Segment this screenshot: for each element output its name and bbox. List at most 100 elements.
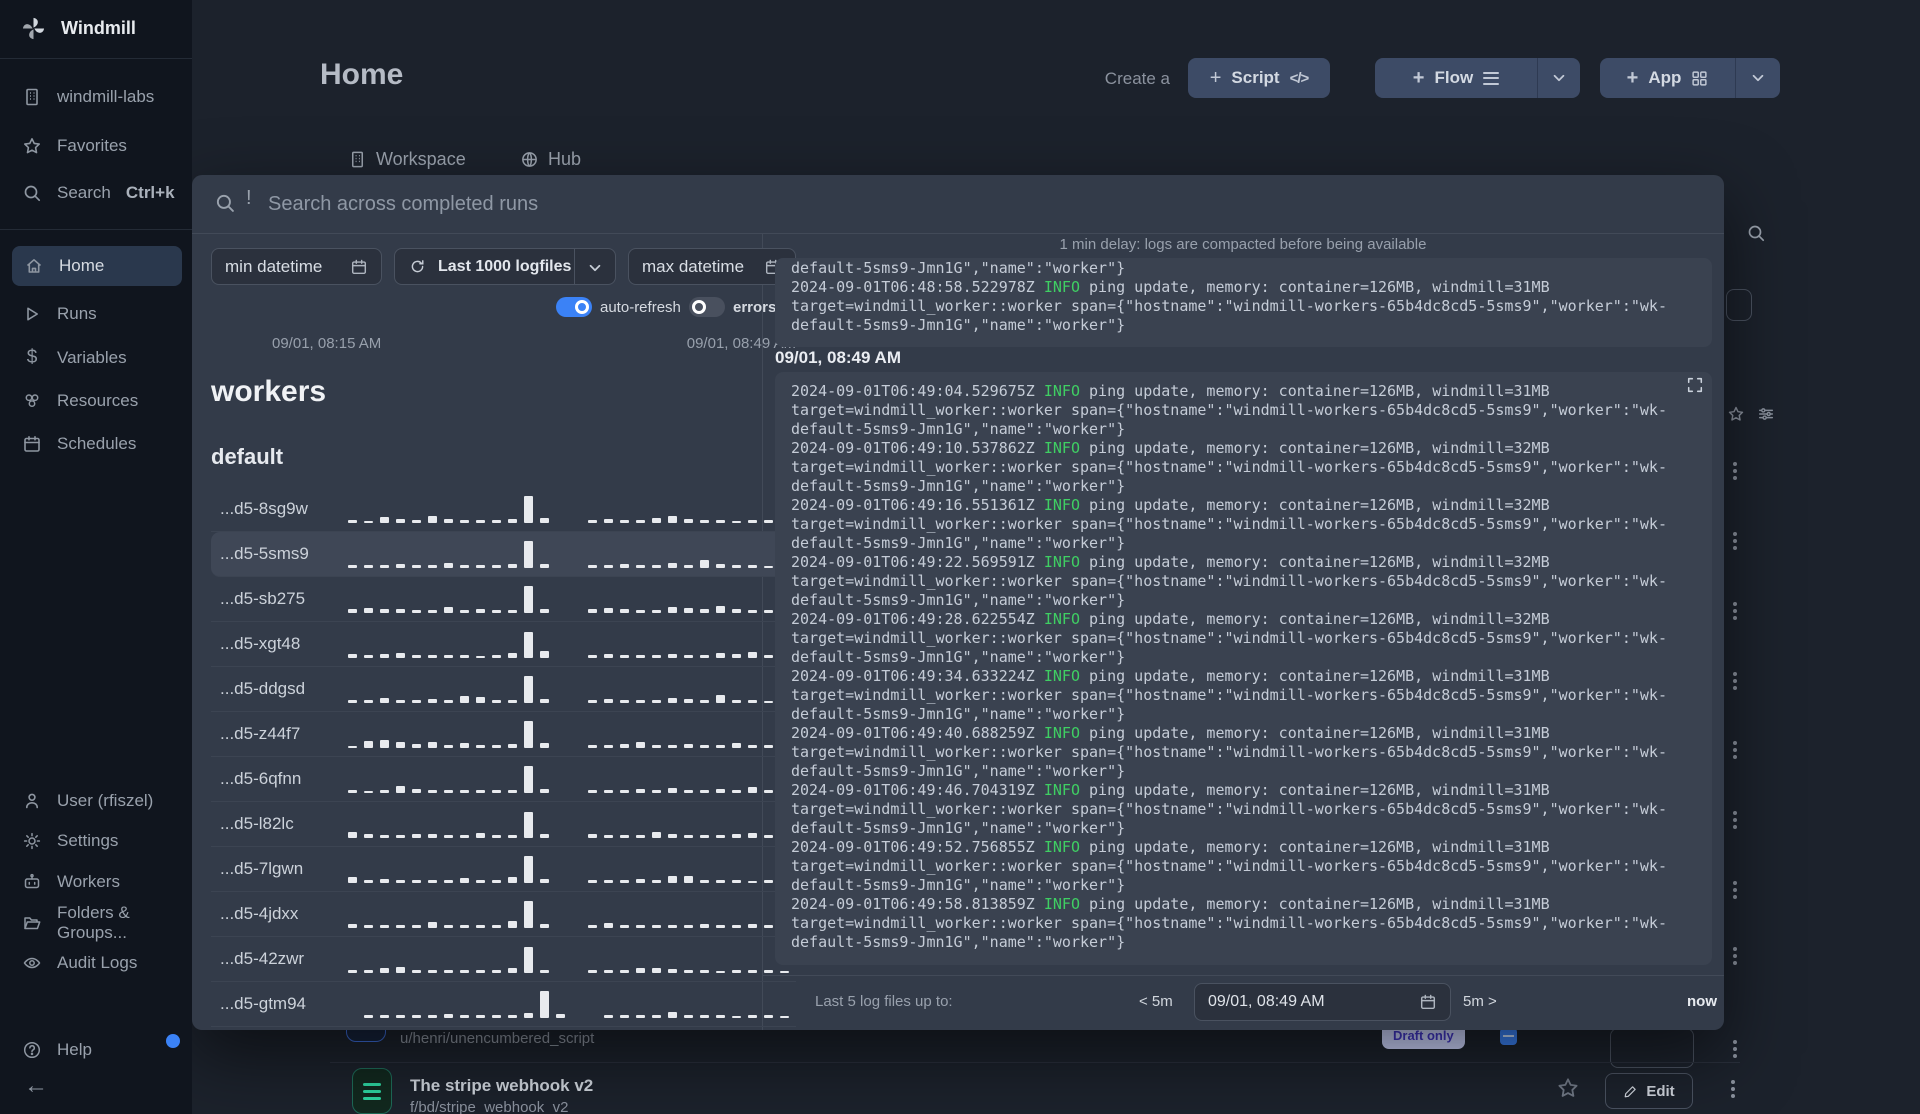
sidebar-item-workspace[interactable]: windmill-labs [0,77,192,117]
search-shortcut: Ctrl+k [125,183,175,202]
worker-row[interactable]: ...d5-6qfnn [211,757,796,802]
worker-row[interactable]: ...d5-8sg9w [211,487,796,532]
sidebar-item-label: Favorites [57,136,127,155]
flow-dropdown-button[interactable] [1537,58,1580,98]
sidebar-item-help[interactable]: Help [0,1030,192,1070]
logfiles-selected-value: Last 1000 logfiles [438,257,572,275]
worker-activity-sparkline [348,493,796,523]
item-path[interactable]: f/bd/stripe_webhook_v2 [410,1099,568,1114]
tab-workspace[interactable]: Workspace [348,149,466,170]
sidebar-item-audit-logs[interactable]: Audit Logs [0,943,192,983]
collapse-sidebar-arrow-icon[interactable]: ← [24,1072,48,1100]
completed-runs-search-modal: ! min datetime Last 1000 logfiles max da… [192,175,1724,1030]
search-input[interactable] [268,185,1168,223]
back-5m-button[interactable]: < 5m [1139,993,1173,1010]
worker-row[interactable]: ...d5-sb275 [211,577,796,622]
sidebar-item-label: Folders & Groups... [57,903,130,942]
filter-sliders-icon[interactable] [1757,405,1775,423]
max-datetime-input[interactable]: max datetime [628,248,796,285]
row-menu-kebab[interactable] [1728,881,1742,899]
log-section-header: 09/01, 08:49 AM [775,348,901,367]
edit-button[interactable]: Edit [1605,1073,1693,1109]
sidebar-item-label: Variables [57,348,127,367]
worker-row[interactable]: ...d5-gtm94 [211,982,796,1027]
worker-name: ...d5-l82lc [220,814,294,833]
log-entry: 2024-09-01T06:48:58.522978Z INFO ping up… [791,278,1667,334]
sidebar-item-label: Runs [57,304,97,323]
calendar-icon [1420,994,1436,1010]
filter-input-partial[interactable] [1726,289,1752,321]
log-block-previous: default-5sms9-Jmn1G","name":"worker"} 202… [775,258,1712,347]
search-icon[interactable] [1746,223,1766,243]
worker-name: ...d5-xgt48 [220,634,301,653]
item-title[interactable]: The stripe webhook v2 [410,1076,593,1096]
forward-5m-button[interactable]: 5m > [1463,993,1497,1010]
worker-row[interactable]: ...d5-l82lc [211,802,796,847]
calendar-icon [351,259,367,274]
worker-name: ...d5-ddgsd [220,679,306,698]
sidebar-item-settings[interactable]: Settings [0,821,192,861]
row-menu-kebab[interactable] [1728,947,1742,965]
dollar-icon: $ [26,347,38,368]
create-app-button[interactable]: + App [1600,58,1735,98]
sidebar-item-variables[interactable]: $ Variables [0,338,192,378]
sidebar-item-schedules[interactable]: Schedules [0,424,192,464]
row-menu-kebab[interactable] [1728,532,1742,550]
log-entry: 2024-09-01T06:49:46.704319Z INFO ping up… [791,781,1667,837]
log-entry: 2024-09-01T06:49:10.537862Z INFO ping up… [791,439,1667,495]
errors-toggle[interactable] [689,297,725,317]
now-button[interactable]: now [1632,993,1717,1010]
app-dropdown-button[interactable] [1735,58,1780,98]
sidebar-item-favorites[interactable]: Favorites [0,126,192,166]
row-menu-kebab[interactable] [1728,811,1742,829]
logfiles-select[interactable]: Last 1000 logfiles [394,248,616,285]
worker-row[interactable]: ...d5-ddgsd [211,667,796,712]
sidebar-item-home[interactable]: Home [12,246,182,286]
favorite-star-icon[interactable] [1556,1076,1580,1100]
create-script-button[interactable]: + Script </> [1188,58,1330,98]
row-menu-kebab[interactable] [1728,672,1742,690]
sidebar-item-search[interactable]: Search Ctrl+k [0,173,192,213]
create-script-label: Script [1231,68,1280,87]
create-flow-label: Flow [1434,68,1474,87]
expand-icon[interactable] [1686,376,1704,394]
sidebar-item-user[interactable]: User (rfiszel) [0,781,192,821]
max-datetime-label: max datetime [642,256,745,276]
sidebar-item-workers[interactable]: Workers [0,862,192,902]
worker-list: ...d5-8sg9w ...d5-5sms9 ...d5-sb275 ...d5-x… [211,487,796,1027]
sidebar-item-label: Search [57,183,111,202]
sidebar-item-resources[interactable]: Resources [0,381,192,421]
range-start-timestamp: 09/01, 08:15 AM [272,335,382,352]
log-datetime-input[interactable]: 09/01, 08:49 AM [1194,983,1451,1021]
worker-row[interactable]: ...d5-5sms9 [211,532,796,577]
row-menu-kebab[interactable] [1726,1080,1740,1098]
worker-row[interactable]: ...d5-7lgwn [211,847,796,892]
worker-row[interactable]: ...d5-z44f7 [211,712,796,757]
chevron-down-icon[interactable] [587,260,603,276]
create-flow-button[interactable]: + Flow [1375,58,1537,98]
auto-refresh-toggle[interactable] [556,297,592,317]
sidebar-item-folders[interactable]: Folders & Groups... [0,903,192,943]
worker-row[interactable]: ...d5-4jdxx [211,892,796,937]
row-menu-kebab[interactable] [1728,602,1742,620]
create-app-label: App [1648,68,1682,87]
sidebar-item-runs[interactable]: Runs [0,294,192,334]
worker-row[interactable]: ...d5-42zwr [211,937,796,982]
log-entry: 2024-09-01T06:49:16.551361Z INFO ping up… [791,496,1667,552]
item-path[interactable]: u/henri/unencumbered_script [400,1030,594,1047]
worker-name: ...d5-sb275 [220,589,306,608]
worker-name: ...d5-5sms9 [220,544,309,563]
star-icon[interactable] [1727,405,1745,423]
row-menu-kebab[interactable] [1728,741,1742,759]
worker-row[interactable]: ...d5-xgt48 [211,622,796,667]
schedule-icon[interactable] [1500,1028,1517,1045]
tab-hub[interactable]: Hub [520,149,581,170]
row-menu-kebab[interactable] [1728,1040,1742,1058]
help-icon [22,1040,42,1060]
divider [0,229,192,230]
row-menu-kebab[interactable] [1728,462,1742,480]
worker-activity-sparkline [348,763,796,793]
sidebar-item-label: User (rfiszel) [57,791,154,810]
min-datetime-input[interactable]: min datetime [211,248,382,285]
play-icon [22,304,42,324]
